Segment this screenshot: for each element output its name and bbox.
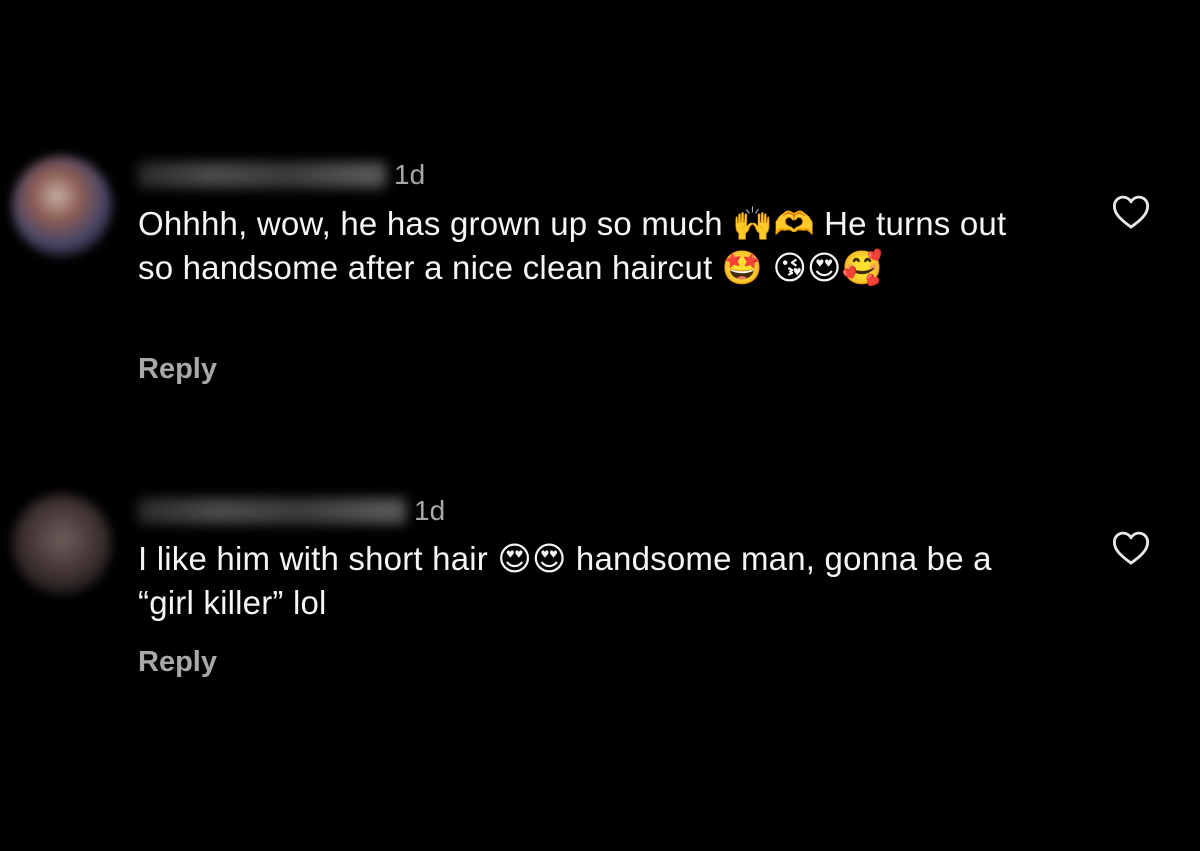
comment-time: 1d — [414, 495, 446, 526]
comment-meta: c_blurred 1d — [138, 494, 445, 528]
username[interactable]: c_blurred — [138, 498, 406, 524]
comment-meta: u_blurred 1d — [138, 158, 425, 192]
reply-button[interactable]: Reply — [138, 353, 217, 386]
heart-icon[interactable] — [1112, 194, 1150, 230]
heart-icon[interactable] — [1112, 530, 1150, 566]
comment-text: Ohhhh, wow, he has grown up so much 🙌🫶 H… — [138, 205, 1007, 286]
comment-item: u_blurred 1d Ohhhh, wow, he has grown up… — [0, 150, 1200, 410]
comments-panel: u_blurred 1d Ohhhh, wow, he has grown up… — [0, 0, 1200, 851]
comment-time: 1d — [394, 159, 426, 190]
avatar[interactable] — [12, 494, 112, 594]
comment-text: I like him with short hair 😍😍 handsome m… — [138, 540, 992, 621]
username[interactable]: u_blurred — [138, 162, 386, 188]
comment-item: c_blurred 1d I like him with short hair … — [0, 488, 1200, 708]
avatar[interactable] — [12, 156, 112, 256]
reply-button[interactable]: Reply — [138, 646, 217, 679]
